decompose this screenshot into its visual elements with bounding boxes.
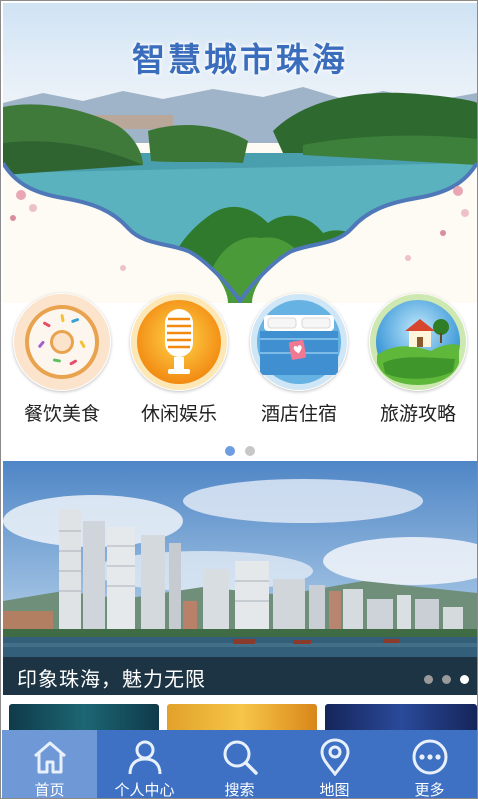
category-label: 酒店住宿 <box>260 403 337 425</box>
category-label: 餐饮美食 <box>23 403 100 425</box>
more-icon <box>412 739 448 775</box>
user-icon <box>128 740 162 775</box>
top-banner: 智慧城市珠海 <box>3 3 477 303</box>
nav-label: 地图 <box>319 781 350 799</box>
map-pin-icon <box>320 738 350 776</box>
pager-dot[interactable] <box>245 446 255 456</box>
city-banner[interactable]: 印象珠海，魅力无限 <box>3 461 477 695</box>
nav-label: 首页 <box>34 781 65 799</box>
donut-icon <box>14 294 110 390</box>
category-row: 餐饮美食 休闲娱乐 酒店住宿 旅游攻略 <box>3 293 477 433</box>
travel-house-icon <box>370 294 466 390</box>
city-banner-pager <box>415 669 469 688</box>
nav-label: 个人中心 <box>114 781 175 799</box>
nav-profile[interactable]: 个人中心 <box>97 730 192 799</box>
category-entertainment[interactable]: 休闲娱乐 <box>124 293 234 433</box>
pager-dot[interactable] <box>442 675 451 684</box>
banner-title: 智慧城市珠海 <box>132 40 348 79</box>
app-screen: 智慧城市珠海 餐饮美食 休闲娱乐 酒店住宿 旅游攻略 印象珠海，魅力无限 首页 … <box>0 0 478 799</box>
category-label: 旅游攻略 <box>379 403 456 425</box>
home-icon <box>34 741 66 774</box>
nav-label: 搜索 <box>224 781 255 799</box>
nav-search[interactable]: 搜索 <box>192 730 287 799</box>
lake-landscape-image <box>3 83 477 303</box>
category-dining[interactable]: 餐饮美食 <box>7 293 117 433</box>
pager-dot[interactable] <box>424 675 433 684</box>
nav-label: 更多 <box>414 781 445 799</box>
search-icon <box>223 740 258 775</box>
category-pager <box>1 441 477 460</box>
category-travel[interactable]: 旅游攻略 <box>363 293 473 433</box>
bottom-nav: 首页 个人中心 搜索 地图 更多 <box>2 730 477 799</box>
pager-dot-active[interactable] <box>225 446 235 456</box>
city-caption: 印象珠海，魅力无限 <box>17 667 206 691</box>
nav-more[interactable]: 更多 <box>382 730 477 799</box>
nav-home[interactable]: 首页 <box>2 730 97 799</box>
category-hotel[interactable]: 酒店住宿 <box>244 293 354 433</box>
nav-map[interactable]: 地图 <box>287 730 382 799</box>
pager-dot-active[interactable] <box>460 675 469 684</box>
microphone-icon <box>131 294 227 390</box>
category-label: 休闲娱乐 <box>140 403 217 425</box>
hotel-bed-icon <box>251 294 347 390</box>
city-caption-bar: 印象珠海，魅力无限 <box>3 657 477 695</box>
